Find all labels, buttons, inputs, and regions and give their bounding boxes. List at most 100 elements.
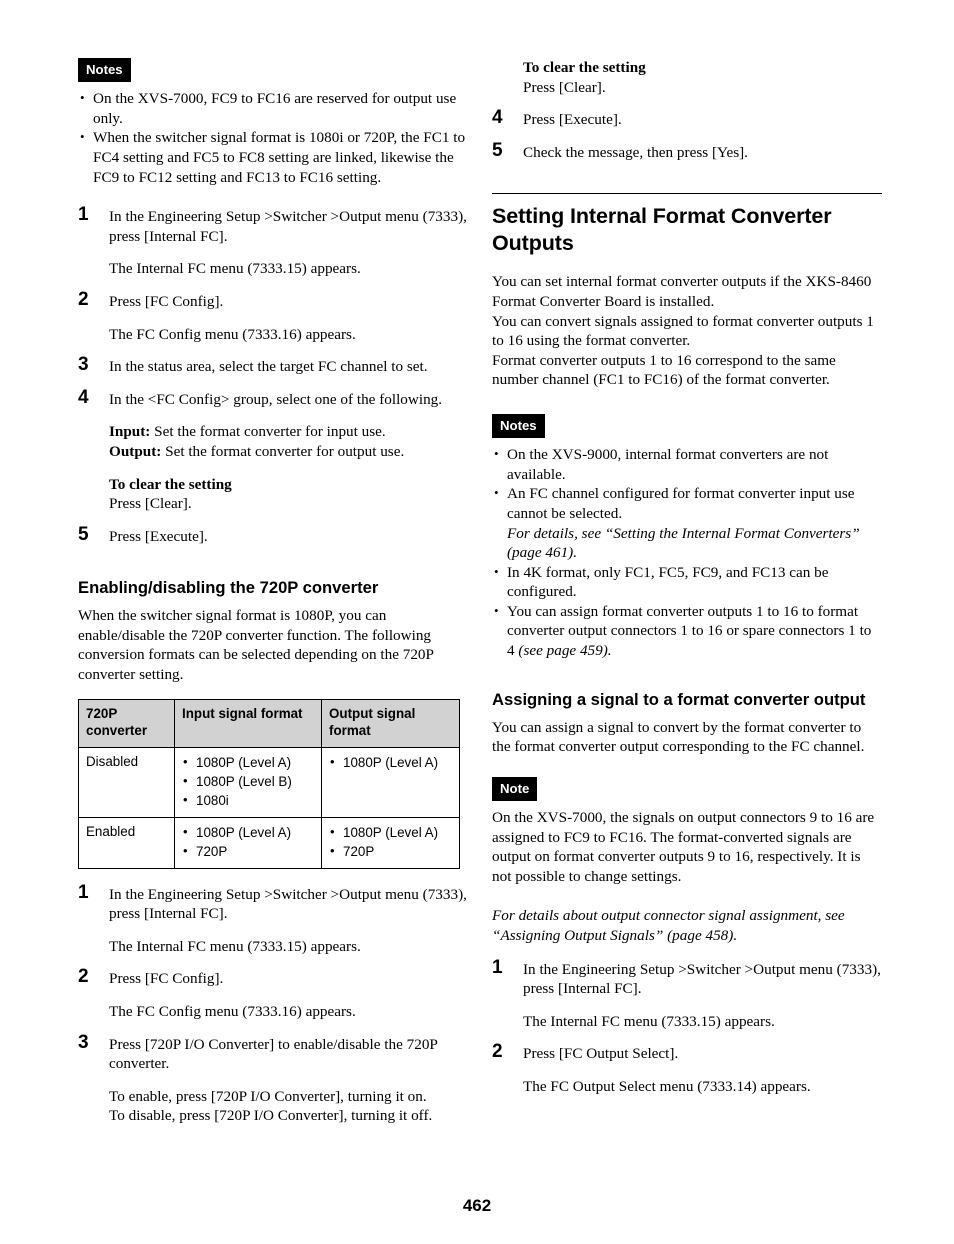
procedure-step: 1 In the Engineering Setup >Switcher >Ou… <box>78 204 468 246</box>
step-result: The FC Output Select menu (7333.14) appe… <box>523 1078 811 1095</box>
list-item: 1080P (Level A) <box>182 822 314 842</box>
step-result: The FC Config menu (7333.16) appears. <box>109 325 356 343</box>
list-item-reference: For details, see “Setting the Internal F… <box>507 524 860 562</box>
left-column: Notes On the XVS-7000, FC9 to FC16 are r… <box>78 58 468 1139</box>
step-result: The Internal FC menu (7333.15) appears. <box>109 937 361 955</box>
table-header-row: 720P converter Input signal format Outpu… <box>78 698 460 748</box>
step-result-line-1: To enable, press [720P I/O Converter], t… <box>109 1087 427 1105</box>
column-header-output: Output signal format <box>321 698 460 748</box>
step-text: In the status area, select the target FC… <box>109 358 428 376</box>
subsection-intro: When the switcher signal format is 1080P… <box>78 607 434 684</box>
step-text: In the Engineering Setup >Switcher >Outp… <box>523 960 881 998</box>
step-number: 2 <box>492 1041 503 1063</box>
option-label-input: Input: <box>109 423 151 441</box>
option-text-output: Set the format converter for output use. <box>161 442 405 460</box>
cell-output-formats: 1080P (Level A) <box>321 746 460 818</box>
list-item: In 4K format, only FC1, FC5, FC9, and FC… <box>492 562 882 602</box>
step-text: Press [Execute]. <box>523 111 622 129</box>
section-intro-line-3: Format converter outputs 1 to 16 corresp… <box>492 351 836 389</box>
list-item: 1080P (Level B) <box>182 771 314 791</box>
cell-input-formats: 1080P (Level A) 1080P (Level B) 1080i <box>174 746 322 818</box>
step-number: 2 <box>78 288 89 310</box>
step-text: Press [FC Config]. <box>109 292 224 310</box>
step-number: 1 <box>78 204 89 226</box>
list-item-text: An FC channel configured for format conv… <box>507 485 855 522</box>
note-text: On the XVS-7000, the signals on output c… <box>492 809 875 885</box>
list-item: On the XVS-9000, internal format convert… <box>492 444 882 484</box>
clear-setting-text: Press [Clear]. <box>109 495 192 513</box>
notes-list: On the XVS-9000, internal format convert… <box>492 444 882 661</box>
notes-badge: Notes <box>78 58 131 83</box>
procedure-step: 4 In the <FC Config> group, select one o… <box>78 386 468 410</box>
subsection-heading-720p: Enabling/disabling the 720P converter <box>78 578 379 598</box>
notes-list: On the XVS-7000, FC9 to FC16 are reserve… <box>78 88 468 187</box>
step-text: Press [FC Config]. <box>109 970 224 988</box>
section-divider-rule <box>492 193 882 195</box>
step-text: Check the message, then press [Yes]. <box>523 143 748 161</box>
list-item-reference: (see page 459). <box>518 642 612 660</box>
procedure-step: 1 In the Engineering Setup >Switcher >Ou… <box>78 881 468 924</box>
clear-setting-heading: To clear the setting <box>109 475 232 493</box>
step-number: 1 <box>78 881 89 903</box>
step-text: Press [720P I/O Converter] to enable/dis… <box>109 1035 438 1073</box>
column-header-input: Input signal format <box>174 698 322 748</box>
document-page: Notes On the XVS-7000, FC9 to FC16 are r… <box>0 0 954 1244</box>
procedure-step: 5 Check the message, then press [Yes]. <box>492 139 882 163</box>
notes-badge: Notes <box>492 413 545 439</box>
page-number: 462 <box>462 1196 492 1215</box>
step-number: 4 <box>492 107 503 129</box>
step-number: 1 <box>492 956 503 978</box>
step-text: In the Engineering Setup >Switcher >Outp… <box>109 885 467 923</box>
section-heading-internal-fc-outputs: Setting Internal Format Converter Output… <box>492 204 832 255</box>
step-number: 4 <box>78 386 89 408</box>
step-result: The Internal FC menu (7333.15) appears. <box>109 260 361 278</box>
step-result-line-2: To disable, press [720P I/O Converter], … <box>109 1107 433 1125</box>
cell-converter: Disabled <box>78 746 175 818</box>
step-number: 5 <box>492 139 503 161</box>
step-number: 2 <box>78 966 89 988</box>
step-options: Input: Set the format converter for inpu… <box>78 422 468 461</box>
subsection-heading-assigning-signal: Assigning a signal to a format converter… <box>492 689 866 709</box>
cross-reference: For details about output connector signa… <box>492 907 845 945</box>
list-item: You can assign format converter outputs … <box>492 601 882 661</box>
list-item: 1080P (Level A) <box>329 822 452 842</box>
list-item: 720P <box>329 841 452 861</box>
format-conversion-table: 720P converter Input signal format Outpu… <box>78 698 460 869</box>
note-badge: Note <box>492 776 538 802</box>
clear-setting-block: To clear the setting Press [Clear]. <box>78 475 468 514</box>
procedure-step: 3 In the status area, select the target … <box>78 354 468 377</box>
option-label-output: Output: <box>109 442 162 460</box>
procedure-step: 2 Press [FC Config]. <box>78 288 468 312</box>
subsection-intro: You can assign a signal to convert by th… <box>492 718 865 756</box>
list-item: 1080i <box>182 790 314 810</box>
step-number: 3 <box>78 354 89 376</box>
list-item: An FC channel configured for format conv… <box>492 483 882 562</box>
step-result: The FC Config menu (7333.16) appears. <box>109 1003 356 1021</box>
table-row: Disabled 1080P (Level A) 1080P (Level B)… <box>78 746 460 818</box>
step-text: Press [FC Output Select]. <box>523 1045 679 1063</box>
procedure-step: 4 Press [Execute]. <box>492 107 882 130</box>
section-intro: You can set internal format converter ou… <box>492 272 882 390</box>
step-text: Press [Execute]. <box>109 527 208 545</box>
list-item: On the XVS-7000, FC9 to FC16 are reserve… <box>78 88 468 128</box>
procedure-step: 2 Press [FC Config]. <box>78 966 468 989</box>
list-item: 1080P (Level A) <box>329 752 452 772</box>
step-result: To enable, press [720P I/O Converter], t… <box>78 1087 468 1126</box>
procedure-step: 1 In the Engineering Setup >Switcher >Ou… <box>492 956 882 999</box>
step-result: The Internal FC menu (7333.15) appears. <box>523 1012 775 1030</box>
list-item: When the switcher signal format is 1080i… <box>78 127 468 187</box>
procedure-step: 5 Press [Execute]. <box>78 524 468 547</box>
step-text: In the Engineering Setup >Switcher >Outp… <box>109 208 467 245</box>
cell-converter: Enabled <box>78 816 175 869</box>
table-row: Enabled 1080P (Level A) 720P 1080P (Leve… <box>78 816 460 869</box>
cell-output-formats: 1080P (Level A) 720P <box>321 816 460 869</box>
procedure-step: 3 Press [720P I/O Converter] to enable/d… <box>78 1031 468 1074</box>
cell-input-formats: 1080P (Level A) 720P <box>174 816 322 869</box>
clear-setting-heading: To clear the setting <box>523 59 646 76</box>
section-intro-line-1: You can set internal format converter ou… <box>492 273 872 310</box>
procedure-step: 2 Press [FC Output Select]. <box>492 1041 882 1064</box>
clear-setting-text: Press [Clear]. <box>523 78 606 96</box>
list-item: 720P <box>182 841 314 861</box>
right-column: To clear the setting Press [Clear]. 4 Pr… <box>492 58 882 1110</box>
step-number: 3 <box>78 1031 89 1053</box>
